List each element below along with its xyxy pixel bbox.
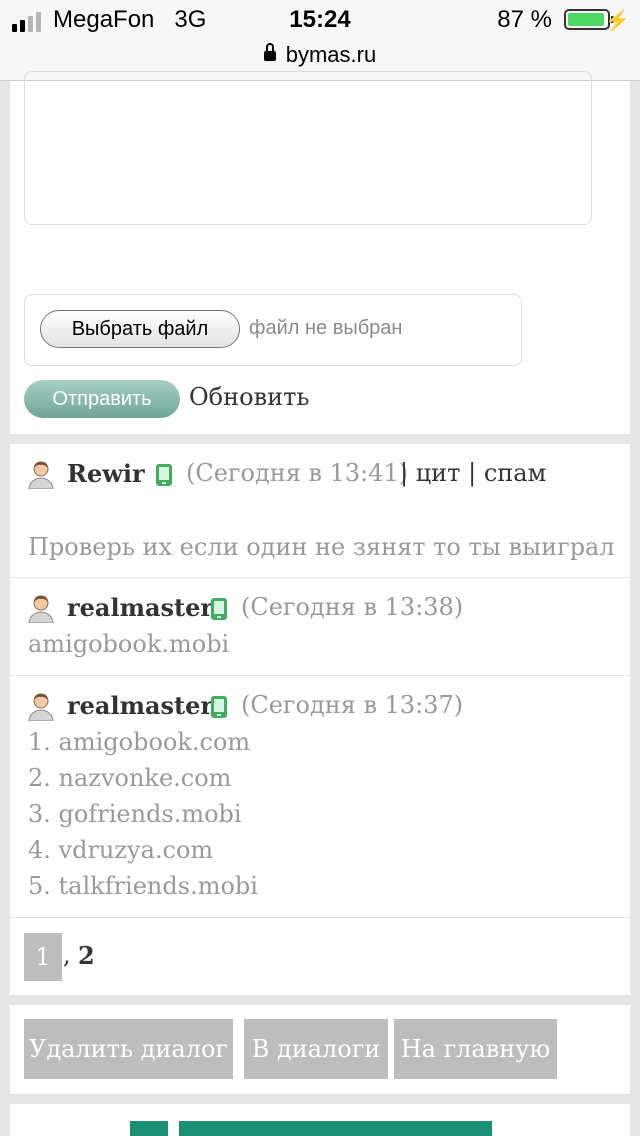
message-item: Rewir (Сегодня в 13:41) | цит | спам Про… — [10, 444, 630, 578]
message-text: Проверь их если один не зянят то ты выиг… — [28, 533, 615, 561]
choose-file-button[interactable]: Выбрать файл — [40, 310, 240, 348]
url-text: bymas.ru — [285, 42, 377, 67]
user-avatar-icon — [28, 693, 54, 721]
home-button[interactable]: На главную — [394, 1019, 557, 1079]
spam-link[interactable]: спам — [484, 459, 546, 487]
list-item: 1. amigobook.com — [28, 728, 251, 756]
file-status: файл не выбран — [249, 317, 403, 339]
message-actions: | цит | спам — [400, 459, 546, 487]
message-time: (Сегодня в 13:38) — [241, 593, 464, 621]
separator: | — [468, 459, 477, 487]
message-time: (Сегодня в 13:41) — [186, 459, 409, 487]
status-bar: MegaFon 3G 15:24 87 % ⚡ bymas.ru — [0, 0, 640, 81]
message-textarea[interactable] — [24, 71, 592, 225]
reply-form: Выбрать файл файл не выбран Отправить Об… — [10, 71, 630, 434]
footer-card — [10, 1104, 630, 1136]
message-item: realmaster (Сегодня в 13:37) 1. amigoboo… — [10, 676, 630, 918]
mobile-icon — [211, 696, 227, 718]
footer-banner[interactable] — [179, 1121, 492, 1136]
battery-percent: 87 % — [497, 6, 552, 33]
delete-dialog-button[interactable]: Удалить диалог — [24, 1019, 233, 1079]
separator: | — [400, 459, 409, 487]
messages-list: Rewir (Сегодня в 13:41) | цит | спам Про… — [10, 444, 630, 995]
message-author[interactable]: Rewir — [67, 459, 145, 488]
list-item: 4. vdruzya.com — [28, 836, 214, 864]
pagination: 1 , 2 — [10, 918, 630, 995]
file-attach-block: Выбрать файл файл не выбран — [24, 294, 522, 366]
message-item: realmaster (Сегодня в 13:38) amigobook.m… — [10, 578, 630, 676]
user-avatar-icon — [28, 461, 54, 489]
list-item: 2. nazvonke.com — [28, 764, 232, 792]
dialogs-button[interactable]: В диалоги — [244, 1019, 388, 1079]
page-current: 1 — [24, 933, 62, 981]
message-author[interactable]: realmaster — [67, 593, 213, 622]
charging-icon: ⚡ — [605, 10, 630, 32]
mobile-icon — [211, 598, 227, 620]
footer-button[interactable] — [130, 1121, 168, 1136]
page-separator: , — [63, 941, 71, 969]
battery-icon — [564, 9, 614, 30]
quote-link[interactable]: цит — [416, 459, 461, 487]
address-bar[interactable]: bymas.ru — [0, 42, 640, 68]
list-item: 5. talkfriends.mobi — [28, 872, 258, 900]
message-author[interactable]: realmaster — [67, 691, 213, 720]
message-text: 1. amigobook.com 2. nazvonke.com 3. gofr… — [28, 724, 258, 904]
dialog-actions: Удалить диалог В диалоги На главную — [10, 1005, 630, 1094]
list-item: 3. gofriends.mobi — [28, 800, 242, 828]
message-text: amigobook.mobi — [28, 630, 230, 658]
mobile-icon — [156, 464, 172, 486]
refresh-link[interactable]: Обновить — [189, 383, 309, 411]
user-avatar-icon — [28, 595, 54, 623]
lock-icon — [263, 43, 276, 61]
message-time: (Сегодня в 13:37) — [241, 691, 464, 719]
page-link-2[interactable]: 2 — [78, 941, 95, 970]
send-button[interactable]: Отправить — [24, 380, 180, 418]
